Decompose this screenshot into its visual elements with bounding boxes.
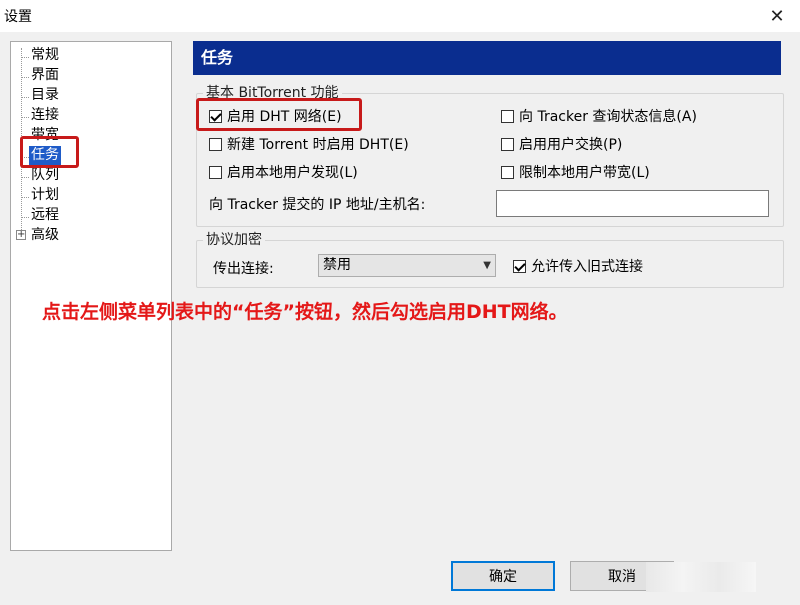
outgoing-connection-value: 禁用 [323, 257, 351, 273]
allow-legacy-checkbox[interactable]: 允许传入旧式连接 [513, 256, 643, 276]
checkbox-box[interactable] [209, 137, 222, 151]
allow-legacy-label: 允许传入旧式连接 [531, 259, 643, 275]
tree-connector [21, 177, 29, 178]
outgoing-connection-select[interactable]: 禁用 ▼ [318, 254, 496, 277]
local-discovery-label: 启用本地用户发现(L) [227, 165, 358, 181]
tree-connector [21, 77, 29, 78]
peer-exchange-label: 启用用户交换(P) [519, 137, 623, 153]
tree-item-general[interactable]: 常规 [29, 46, 61, 65]
limit-local-bandwidth-label: 限制本地用户带宽(L) [519, 165, 650, 181]
query-tracker-label: 向 Tracker 查询状态信息(A) [519, 109, 697, 125]
tracker-ip-label: 向 Tracker 提交的 IP 地址/主机名: [209, 197, 426, 213]
tree-item-remote[interactable]: 远程 [29, 206, 61, 225]
tree-connector [21, 197, 29, 198]
tree-item-queue[interactable]: 队列 [29, 166, 61, 185]
close-icon[interactable]: ✕ [754, 0, 800, 32]
query-tracker-checkbox[interactable]: 向 Tracker 查询状态信息(A) [501, 106, 697, 126]
settings-tree: 常规 界面 目录 连接 带宽 任务 队列 计划 远程 + 高级 [10, 41, 172, 551]
checkbox-box[interactable] [513, 259, 526, 273]
blurred-region [646, 562, 756, 592]
tree-item-advanced[interactable]: 高级 [29, 226, 61, 245]
tree-item-scheduler[interactable]: 计划 [29, 186, 61, 205]
highlight-box-tasks [20, 136, 79, 168]
window-title: 设置 [4, 9, 32, 25]
tree-connector [21, 117, 29, 118]
checkbox-box[interactable] [209, 165, 222, 179]
outgoing-connection-label: 传出连接: [213, 261, 274, 277]
new-torrent-dht-label: 新建 Torrent 时启用 DHT(E) [227, 137, 409, 153]
instruction-annotation: 点击左侧菜单列表中的“任务”按钮，然后勾选启用DHT网络。 [42, 301, 568, 323]
chevron-down-icon: ▼ [483, 260, 491, 271]
limit-local-bandwidth-checkbox[interactable]: 限制本地用户带宽(L) [501, 162, 650, 182]
tree-connector [21, 217, 29, 218]
settings-dialog: 设置 ✕ 常规 界面 目录 连接 带宽 任务 队列 计划 远程 + 高级 任务 … [0, 0, 800, 605]
title-bar: 设置 ✕ [0, 0, 800, 32]
page-title: 任务 [193, 41, 781, 75]
checkbox-box[interactable] [501, 109, 514, 123]
tracker-ip-input[interactable] [496, 190, 769, 217]
tree-item-connection[interactable]: 连接 [29, 106, 61, 125]
checkbox-box[interactable] [501, 165, 514, 179]
ok-button[interactable]: 确定 [451, 561, 555, 591]
checkbox-box[interactable] [501, 137, 514, 151]
group-label-encryption: 协议加密 [203, 232, 265, 248]
highlight-box-dht [196, 98, 362, 131]
local-discovery-checkbox[interactable]: 启用本地用户发现(L) [209, 162, 358, 182]
tree-item-interface[interactable]: 界面 [29, 66, 61, 85]
peer-exchange-checkbox[interactable]: 启用用户交换(P) [501, 134, 622, 154]
tree-item-directories[interactable]: 目录 [29, 86, 61, 105]
tree-connector [21, 97, 29, 98]
new-torrent-dht-checkbox[interactable]: 新建 Torrent 时启用 DHT(E) [209, 134, 409, 154]
tree-connector [21, 57, 29, 58]
expand-plus-icon[interactable]: + [16, 230, 26, 240]
